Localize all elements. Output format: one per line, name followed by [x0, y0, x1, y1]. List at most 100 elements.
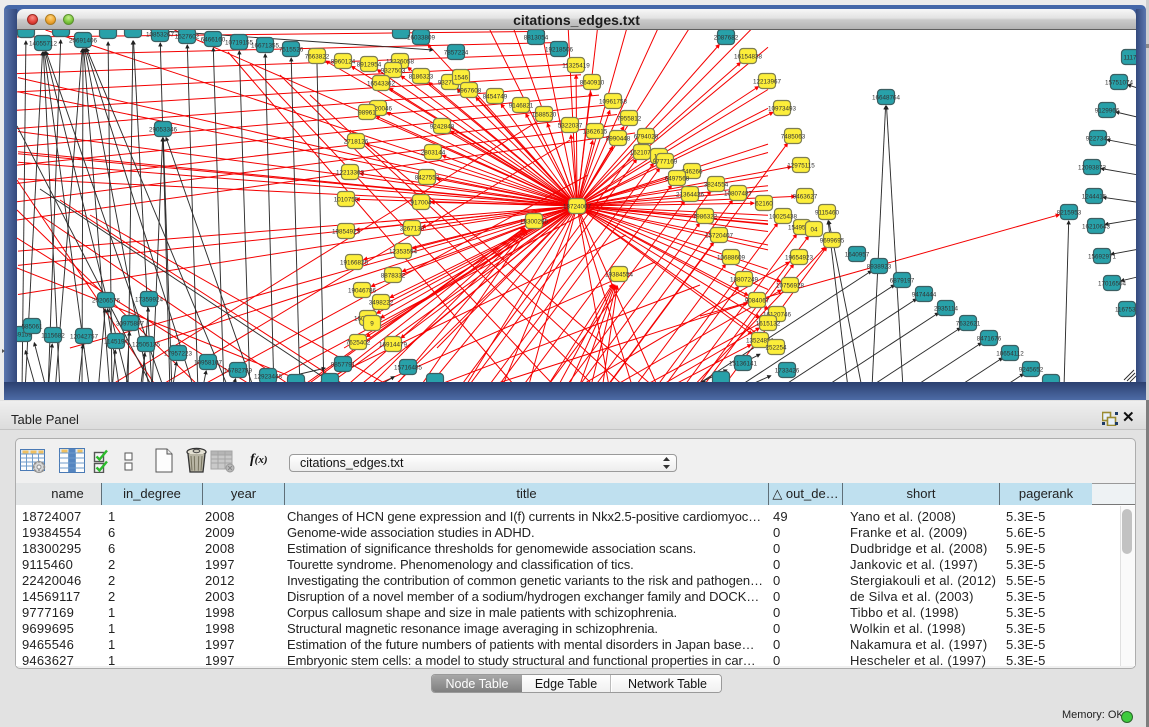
svg-text:6879197: 6879197 [890, 278, 915, 285]
svg-text:98961: 98961 [358, 110, 376, 117]
svg-text:19654923: 19654923 [785, 255, 814, 262]
svg-text:10025438: 10025438 [769, 214, 798, 221]
svg-text:10654112: 10654112 [996, 351, 1024, 358]
svg-text:1145194: 1145194 [104, 339, 129, 346]
svg-text:252254: 252254 [765, 345, 787, 352]
svg-text:8938923: 8938923 [867, 264, 892, 271]
svg-text:18807249: 18807249 [730, 277, 759, 284]
svg-text:2967608: 2967608 [457, 88, 482, 95]
svg-text:3267130: 3267130 [400, 226, 425, 233]
svg-text:16154838: 16154838 [734, 54, 763, 61]
svg-text:585061: 585061 [21, 324, 43, 331]
svg-text:18724007: 18724007 [563, 204, 592, 211]
svg-text:29053346: 29053346 [149, 127, 178, 134]
svg-text:10958107: 10958107 [194, 360, 223, 367]
svg-text:12093873: 12093873 [1078, 165, 1107, 172]
svg-text:18300295: 18300295 [520, 219, 549, 226]
svg-text:8427552: 8427552 [415, 175, 440, 182]
svg-text:9129966: 9129966 [1095, 108, 1120, 115]
svg-text:9463627: 9463627 [793, 194, 818, 201]
svg-text:5322037: 5322037 [558, 123, 583, 130]
svg-text:6497568: 6497568 [665, 176, 690, 183]
svg-text:9084067: 9084067 [745, 298, 770, 305]
svg-text:1615132: 1615132 [756, 321, 781, 328]
svg-text:12213967: 12213967 [753, 79, 782, 86]
svg-text:8640910: 8640910 [580, 80, 605, 87]
svg-text:8186323: 8186323 [409, 74, 434, 81]
svg-text:2087682: 2087682 [714, 35, 739, 42]
svg-text:10688609: 10688609 [717, 255, 746, 262]
svg-text:16543362: 16543362 [367, 81, 396, 88]
svg-text:9: 9 [370, 321, 374, 328]
svg-text:15136141: 15136141 [729, 361, 758, 368]
svg-text:17016504: 17016504 [1098, 281, 1127, 288]
svg-text:10719155: 10719155 [225, 40, 254, 47]
svg-text:62160: 62160 [755, 201, 773, 208]
svg-text:8990448: 8990448 [606, 136, 631, 143]
svg-text:9115460: 9115460 [815, 210, 840, 217]
svg-text:19384554: 19384554 [605, 272, 634, 279]
svg-text:14055712: 14055712 [29, 41, 58, 48]
svg-text:10961758: 10961758 [599, 99, 628, 106]
svg-text:16914479: 16914479 [379, 342, 408, 349]
svg-text:9777169: 9777169 [653, 159, 678, 166]
svg-text:1244415: 1244415 [1082, 194, 1107, 201]
svg-text:917004: 917004 [410, 200, 432, 207]
svg-text:19854923: 19854923 [332, 229, 361, 236]
svg-text:6794028: 6794028 [634, 134, 659, 141]
svg-text:16210643: 16210643 [1082, 224, 1111, 231]
svg-text:19218506: 19218506 [545, 47, 574, 54]
svg-text:9474444: 9474444 [912, 292, 937, 299]
svg-text:7663822: 7663822 [305, 54, 330, 61]
svg-text:1362615: 1362615 [583, 129, 608, 136]
svg-text:16671355: 16671355 [251, 43, 280, 50]
svg-text:1117: 1117 [1123, 55, 1136, 62]
svg-text:19166825: 19166825 [340, 260, 369, 267]
svg-text:16033809: 16033809 [407, 35, 436, 42]
svg-text:3824554: 3824554 [704, 182, 729, 189]
svg-text:12975115: 12975115 [787, 163, 815, 170]
svg-text:15692971: 15692971 [1088, 254, 1117, 261]
svg-text:19046786: 19046786 [348, 288, 377, 295]
svg-text:9227342: 9227342 [1086, 136, 1111, 143]
svg-text:2803144: 2803144 [421, 150, 446, 157]
svg-text:12213363: 12213363 [336, 170, 365, 177]
svg-text:1527602: 1527602 [175, 34, 200, 41]
svg-text:12923448: 12923448 [254, 374, 283, 381]
svg-text:1640957: 1640957 [845, 252, 870, 259]
svg-text:9242848: 9242848 [430, 124, 455, 131]
svg-text:8813054: 8813054 [524, 35, 549, 42]
svg-text:15716485: 15716485 [394, 365, 423, 372]
svg-text:9857791: 9857791 [331, 362, 356, 369]
svg-text:20206576: 20206576 [92, 298, 121, 305]
svg-text:9327503: 9327503 [381, 68, 406, 75]
svg-text:7857224: 7857224 [444, 50, 469, 57]
svg-text:04: 04 [810, 227, 818, 234]
svg-text:9245652: 9245652 [1019, 367, 1044, 374]
svg-text:8912954: 8912954 [357, 62, 382, 69]
svg-text:12353594: 12353594 [389, 249, 418, 256]
svg-text:8960124: 8960124 [331, 59, 356, 66]
svg-text:1546: 1546 [454, 75, 469, 82]
svg-text:12042757: 12042757 [70, 334, 99, 341]
svg-text:1588520: 1588520 [532, 112, 557, 119]
svg-text:15720407: 15720407 [705, 233, 734, 240]
svg-text:7632621: 7632621 [956, 321, 981, 328]
svg-text:2718126: 2718126 [344, 139, 369, 146]
svg-text:1733426: 1733426 [775, 368, 800, 375]
svg-text:16782759: 16782759 [224, 368, 253, 375]
svg-text:2935114: 2935114 [934, 306, 959, 313]
svg-text:8471676: 8471676 [977, 336, 1002, 343]
svg-text:7625402: 7625402 [346, 340, 371, 347]
svg-text:30975887: 30975887 [116, 321, 145, 328]
svg-text:17957223: 17957223 [164, 351, 193, 358]
svg-text:17359924: 17359924 [135, 297, 164, 304]
svg-text:10807487: 10807487 [724, 191, 753, 198]
svg-text:20691406: 20691406 [69, 38, 98, 45]
svg-text:8878332: 8878332 [381, 273, 406, 280]
svg-text:7485063: 7485063 [781, 134, 806, 141]
svg-text:8215953: 8215953 [1057, 210, 1082, 217]
svg-text:10756928: 10756928 [776, 283, 805, 290]
svg-text:9699695: 9699695 [820, 238, 845, 245]
svg-text:10973493: 10973493 [768, 106, 797, 113]
